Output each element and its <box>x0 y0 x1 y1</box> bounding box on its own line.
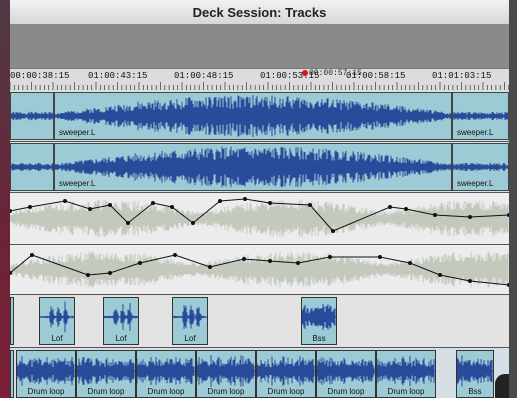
clip-label: Lof <box>115 334 127 343</box>
clip[interactable]: Bss <box>456 350 494 398</box>
audio-region[interactable]: sweeper.L <box>452 92 509 140</box>
tick-label: 00:00:38:15 <box>10 71 70 81</box>
window-corner <box>495 374 509 398</box>
audio-region[interactable] <box>10 143 54 191</box>
waveform <box>173 305 207 329</box>
clip-label: Lof <box>51 334 63 343</box>
waveform <box>302 303 336 331</box>
marker-lane[interactable] <box>10 24 509 68</box>
window-frame-left <box>0 0 10 398</box>
automation-lane[interactable] <box>10 245 509 294</box>
waveform <box>77 357 135 385</box>
clip-label: Lof <box>184 334 196 343</box>
region-label: sweeper.L <box>59 128 96 137</box>
clip[interactable]: Lof <box>39 297 75 345</box>
audio-region[interactable]: sweeper.L <box>54 92 452 140</box>
clip-label: Drum loop <box>27 387 65 396</box>
clip[interactable]: Drum loop <box>16 350 76 398</box>
waveform <box>55 95 451 137</box>
tick-label: 01:00:43:15 <box>88 71 148 81</box>
clip-label: Drum loop <box>207 387 245 396</box>
playhead-time: 00:00:57:15 <box>309 69 362 78</box>
clip-label: Drum loop <box>267 387 305 396</box>
audio-region[interactable]: sweeper.L <box>452 143 509 191</box>
tick-label: 01:00:48:15 <box>174 71 234 81</box>
audio-track-1[interactable]: sweeper.L sweeper.L <box>10 91 509 142</box>
waveform <box>317 357 375 385</box>
automation-lane[interactable] <box>10 193 509 244</box>
audio-track-drums[interactable]: Drum loop Drum loop Drum loop Drum loop … <box>10 348 509 398</box>
waveform <box>137 356 195 386</box>
clip-label: Drum loop <box>87 387 125 396</box>
window-title: Deck Session: Tracks <box>192 5 327 20</box>
clip[interactable]: Drum loop <box>376 350 436 398</box>
waveform <box>257 356 315 386</box>
automation-track-1[interactable] <box>10 193 509 245</box>
audio-track-2[interactable]: sweeper.L sweeper.L <box>10 142 509 193</box>
clip[interactable] <box>10 297 14 345</box>
clip[interactable]: Drum loop <box>316 350 376 398</box>
tick-label: 01:01:03:15 <box>432 71 492 81</box>
clip[interactable]: Lof <box>172 297 208 345</box>
region-label: sweeper.L <box>457 179 494 188</box>
timeline-ruler[interactable]: 00:00:38:15 01:00:43:15 01:00:48:15 01:0… <box>10 68 509 92</box>
clip[interactable]: Drum loop <box>76 350 136 398</box>
playhead-marker[interactable] <box>302 70 308 76</box>
window-titlebar[interactable]: Deck Session: Tracks <box>10 0 509 25</box>
clip-label: Drum loop <box>387 387 425 396</box>
waveform <box>40 301 74 333</box>
waveform <box>11 162 53 172</box>
waveform <box>104 303 138 331</box>
clip-label: Bss <box>468 387 482 396</box>
audio-region[interactable] <box>10 92 54 140</box>
clip-label: Bss <box>312 334 326 343</box>
waveform <box>457 355 493 387</box>
waveform <box>55 146 451 188</box>
clip[interactable]: Lof <box>103 297 139 345</box>
region-label: sweeper.L <box>59 179 96 188</box>
clip[interactable]: Bss <box>301 297 337 345</box>
waveform <box>197 355 255 387</box>
audio-track-lof[interactable]: Lof Lof Lof Bss <box>10 295 509 348</box>
automation-track-2[interactable] <box>10 245 509 295</box>
waveform <box>11 111 53 121</box>
audio-region[interactable]: sweeper.L <box>54 143 452 191</box>
waveform <box>17 356 75 386</box>
clip[interactable]: Drum loop <box>196 350 256 398</box>
clip-label: Drum loop <box>147 387 185 396</box>
window-frame-right <box>509 0 517 398</box>
clip[interactable]: Drum loop <box>256 350 316 398</box>
clip[interactable]: Drum loop <box>136 350 196 398</box>
waveform <box>377 355 435 387</box>
region-label: sweeper.L <box>457 128 494 137</box>
clip-label: Drum loop <box>327 387 365 396</box>
clip[interactable] <box>10 350 14 398</box>
